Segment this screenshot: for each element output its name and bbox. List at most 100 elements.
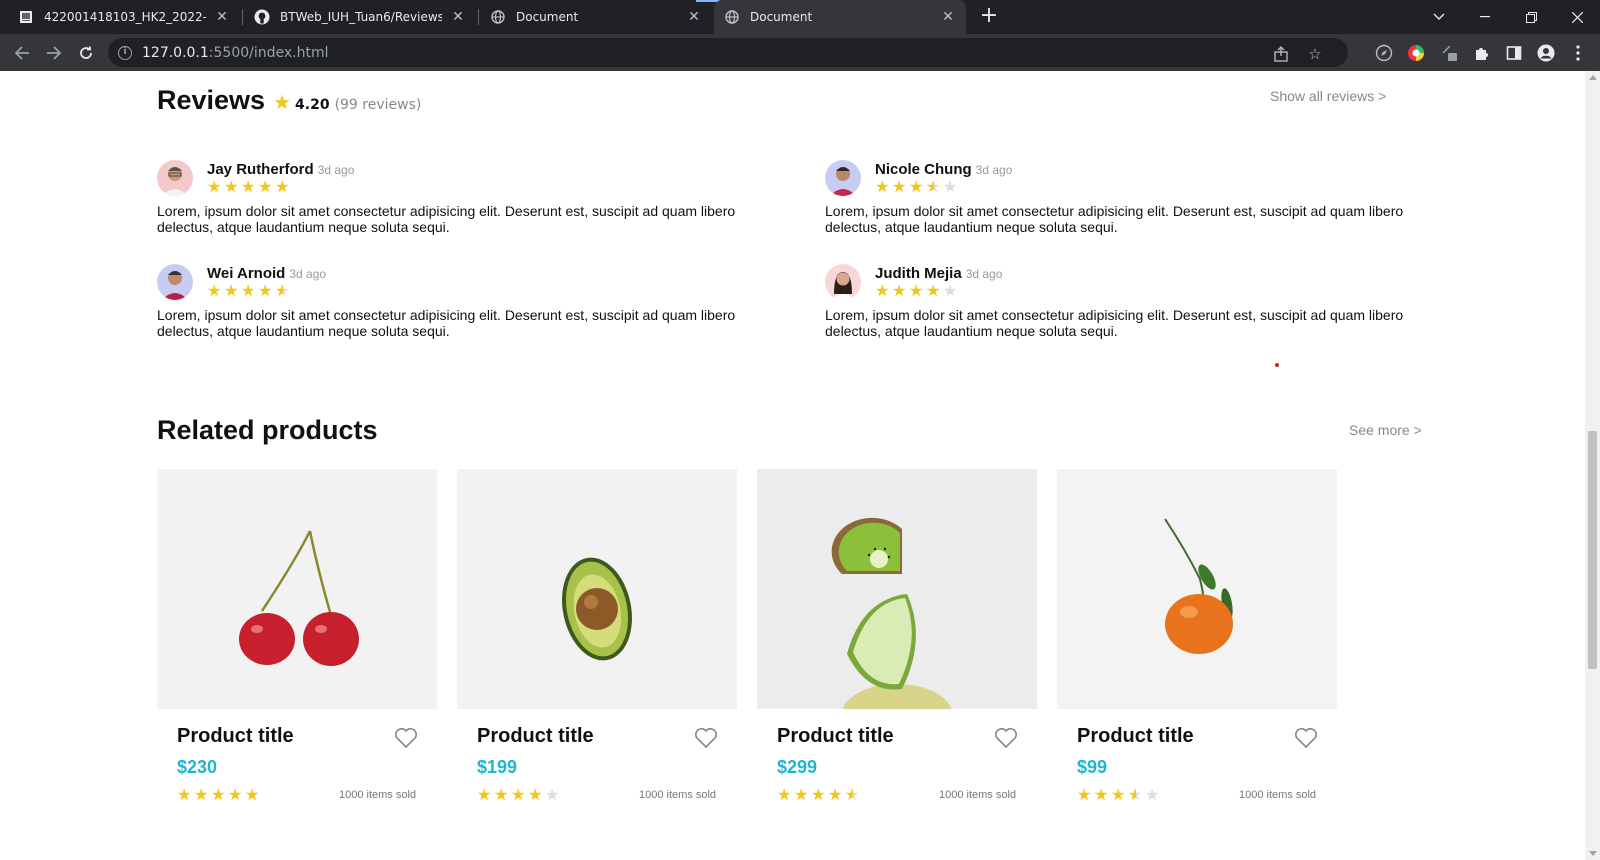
product-image-tangerine[interactable] [1057,469,1337,709]
tab-separator [478,9,479,25]
bookmark-star-icon[interactable]: ☆ [1306,45,1324,63]
star-icon: ★★ [241,281,256,300]
review-text: Lorem, ipsum dolor sit amet consectetur … [825,203,1404,235]
review-stars: ★★★★★★★★★★ [207,179,291,195]
product-image-kiwi-lime[interactable] [757,469,1037,709]
product-card[interactable]: Product title $299 ★ ★ ★ ★ ★ ★ ★ ★ ★ ★ 1000 items… [757,469,1037,829]
share-icon[interactable] [1272,45,1290,63]
star-icon: ★★ [875,177,890,196]
product-stars: ★★★★★★★★★★ [1077,787,1161,803]
heart-icon[interactable] [694,727,718,749]
browser-tab-bar: 422001418103_HK2_2022-2023: N ✕ BTWeb_IU… [0,0,1600,34]
restore-button[interactable] [1508,0,1554,34]
document-icon [18,9,34,25]
scroll-down-arrow[interactable] [1589,851,1597,856]
items-sold: 1000 items sold [1239,789,1317,801]
window-close-button[interactable] [1554,0,1600,34]
product-price: $99 [1077,757,1108,777]
heart-icon[interactable] [394,727,418,749]
url-host: 127.0.0.1 [142,44,209,61]
star-icon: ★★ [207,177,222,196]
product-card[interactable]: Product title $199 ★★★★★★★★★★ 1000 items… [457,469,737,829]
product-card[interactable]: Product title $99 ★★★★★★★★★★ 1000 items … [1057,469,1337,829]
star-icon: ★★ [943,177,958,196]
page-scrollbar[interactable] [1585,71,1600,860]
product-title[interactable]: Product title [477,725,594,748]
color-picker-extension-icon[interactable] [1406,43,1426,63]
star-icon: ★★ [943,281,958,300]
close-icon[interactable]: ✕ [940,9,956,25]
profile-avatar-icon[interactable] [1536,43,1556,63]
tab-4-active[interactable]: Document ✕ [714,0,966,34]
tab-1[interactable]: 422001418103_HK2_2022-2023: N ✕ [8,0,240,34]
star-icon: ★★ [1077,785,1092,804]
close-icon[interactable]: ✕ [686,9,702,25]
tab-3[interactable]: Document ✕ [480,0,712,34]
scrollbar-thumb[interactable] [1588,431,1597,669]
tab-2[interactable]: BTWeb_IUH_Tuan6/Reviews.png ✕ [244,0,476,34]
show-all-reviews-link[interactable]: Show all reviews > [1270,88,1386,104]
review-time: 3d ago [317,163,355,177]
product-stars: ★★★★★★★★★★ [477,787,561,803]
review-count: (99 reviews) [334,97,422,113]
avatar [825,264,861,300]
reload-button[interactable] [72,39,100,67]
close-icon[interactable]: ✕ [450,9,466,25]
review-time: 3d ago [289,267,327,281]
tab-separator [242,9,243,25]
reviewer-name: Wei Arnoid 3d ago [207,265,327,282]
compass-extension-icon[interactable] [1374,43,1394,63]
close-icon[interactable]: ✕ [214,9,230,25]
star-icon: ★★ [477,785,492,804]
side-panel-icon[interactable] [1504,43,1524,63]
tab-title: Document [516,10,579,24]
star-icon: ★★ [1128,785,1143,804]
heart-icon[interactable] [994,727,1018,749]
pen-extension-icon[interactable] [1440,43,1460,63]
product-title[interactable]: Product title [1077,725,1194,748]
star-icon: ★★ [224,281,239,300]
avatar [157,264,193,300]
star-icon: ★★ [909,177,924,196]
product-image-avocado[interactable] [457,469,737,709]
star-icon: ★★ [794,785,809,804]
items-sold: 1000 items sold [939,789,1017,801]
site-info-icon[interactable]: i [118,45,132,60]
minimize-button[interactable] [1462,0,1508,34]
star-icon: ★★ [1111,785,1126,804]
forward-button[interactable] [40,39,68,67]
back-button[interactable] [8,39,36,67]
star-icon: ★★ [811,785,826,804]
review-text: Lorem, ipsum dolor sit amet consectetur … [157,307,736,339]
extensions-puzzle-icon[interactable] [1472,43,1492,63]
product-title[interactable]: Product title [177,725,294,748]
star-icon: ★★ [241,177,256,196]
page-viewport: Reviews ★ 4.20 (99 reviews) Show all rev… [0,71,1585,860]
product-image-cherry[interactable] [157,469,437,709]
product-title[interactable]: Product title [777,725,894,748]
star-icon: ★★ [275,281,290,300]
star-icon: ★★ [845,785,860,804]
star-icon: ★★ [1145,785,1160,804]
browser-toolbar: i 127.0.0.1:5500/index.html ☆ [0,34,1600,71]
star-icon: ★★ [1094,785,1109,804]
star-icon: ★★ [258,281,273,300]
star-icon: ★★ [245,785,260,804]
see-more-link[interactable]: See more > [1349,422,1422,438]
star-icon: ★★ [258,177,273,196]
tab-search-icon[interactable] [1416,0,1462,34]
new-tab-button[interactable]: + [976,4,1002,30]
menu-kebab-icon[interactable] [1568,43,1588,63]
product-card[interactable]: Product title $230 ★ ★ ★ ★ ★ ★ ★ ★ ★ ★ 1000 items… [157,469,437,829]
related-products-title: Related products [157,415,378,445]
review-text: Lorem, ipsum dolor sit amet consectetur … [825,307,1404,339]
review-text: Lorem, ipsum dolor sit amet consectetur … [157,203,736,235]
product-price: $299 [777,757,818,777]
star-icon: ★★ [224,177,239,196]
product-stars: ★★★★★★★★★★ [177,787,261,803]
scroll-up-arrow[interactable] [1589,75,1597,80]
heart-icon[interactable] [1294,727,1318,749]
star-icon: ★★ [545,785,560,804]
address-bar[interactable]: i 127.0.0.1:5500/index.html ☆ [108,38,1348,67]
product-price: $230 [177,757,218,777]
